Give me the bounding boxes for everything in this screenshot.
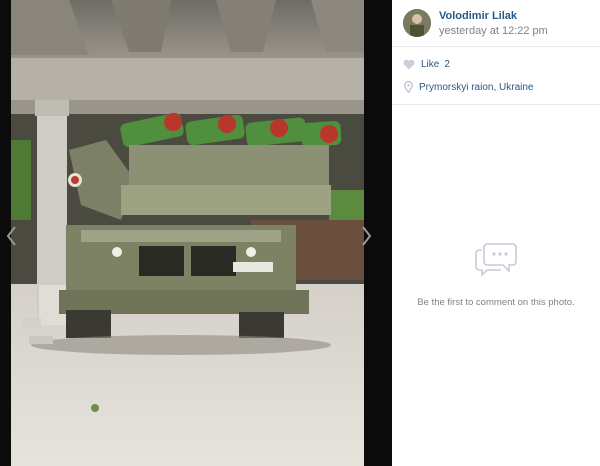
author-name-link[interactable]: Volodimir Lilak bbox=[439, 10, 517, 22]
avatar[interactable] bbox=[403, 9, 431, 37]
photo-image bbox=[11, 0, 364, 466]
like-button[interactable]: Like 2 bbox=[403, 57, 450, 71]
location-link[interactable]: Prymorskyi raion, Ukraine bbox=[404, 80, 533, 94]
location-text: Prymorskyi raion, Ukraine bbox=[419, 81, 534, 93]
chevron-left-icon bbox=[6, 226, 16, 246]
chevron-right-icon bbox=[362, 226, 372, 246]
post-timestamp[interactable]: yesterday at 12:22 pm bbox=[439, 25, 548, 37]
previous-photo-button[interactable] bbox=[3, 222, 21, 250]
photo-viewer bbox=[0, 0, 392, 466]
author-header: Volodimir Lilak yesterday at 12:22 pm bbox=[403, 9, 593, 39]
divider bbox=[392, 46, 600, 47]
info-panel: Volodimir Lilak yesterday at 12:22 pm Li… bbox=[392, 0, 600, 466]
photo[interactable] bbox=[11, 0, 364, 466]
empty-comments-text: Be the first to comment on this photo. bbox=[417, 297, 575, 308]
avatar-image bbox=[403, 9, 431, 37]
heart-icon bbox=[403, 59, 415, 69]
next-photo-button[interactable] bbox=[357, 222, 375, 250]
like-count[interactable]: 2 bbox=[444, 59, 450, 70]
speech-bubbles-icon bbox=[475, 243, 517, 277]
comments-empty-state: Be the first to comment on this photo. bbox=[392, 238, 600, 308]
divider bbox=[392, 104, 600, 105]
location-pin-icon bbox=[404, 81, 413, 93]
like-label: Like bbox=[421, 58, 440, 70]
